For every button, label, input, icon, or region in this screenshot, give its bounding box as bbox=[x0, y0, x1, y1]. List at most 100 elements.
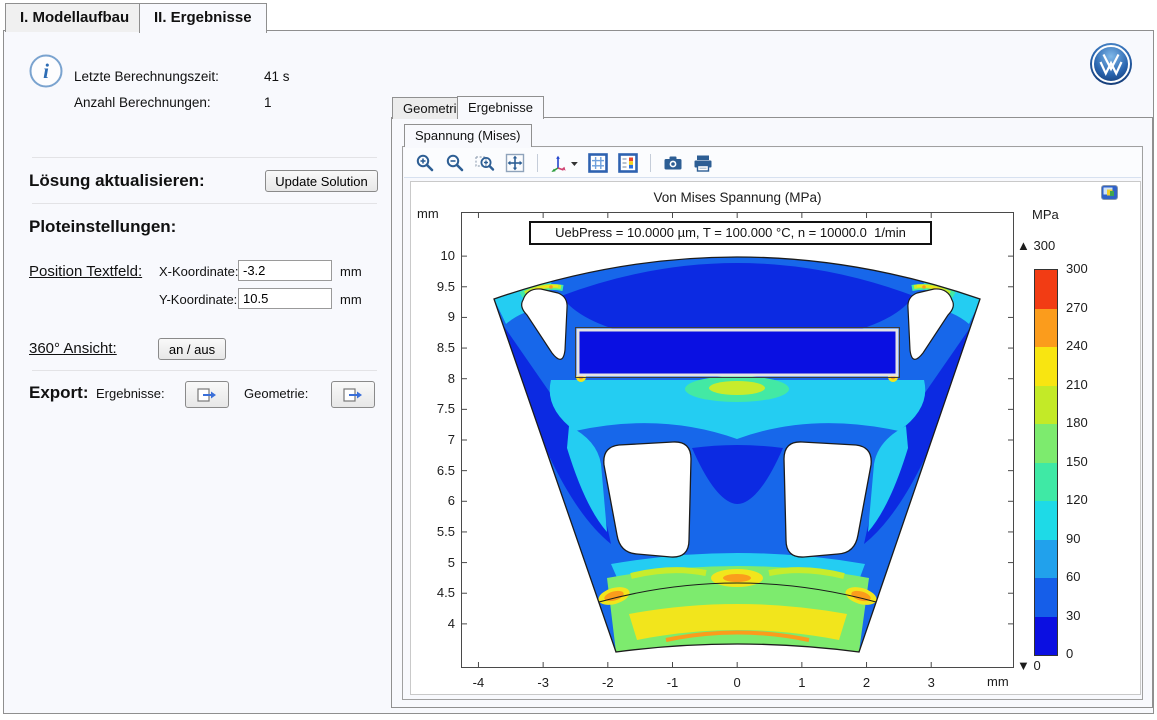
app-window: I. Modellaufbau II. Ergebnisse i Letzte … bbox=[0, 0, 1157, 720]
y-tick-label: 4 bbox=[415, 616, 455, 631]
colorbar-segment bbox=[1035, 270, 1057, 309]
colorbar bbox=[1034, 269, 1058, 656]
y-tick-label: 6.5 bbox=[415, 463, 455, 478]
colorbar-segment bbox=[1035, 309, 1057, 348]
plot-toolbar bbox=[404, 148, 1141, 178]
colorbar-tick-label: 270 bbox=[1066, 300, 1106, 315]
textfield-position-label: Position Textfeld: bbox=[29, 263, 142, 280]
export-icon bbox=[196, 386, 218, 404]
x-tick-label: 2 bbox=[847, 675, 887, 690]
y-tick-label: 5 bbox=[415, 555, 455, 570]
computation-count-label: Anzahl Berechnungen: bbox=[74, 95, 211, 110]
y-tick-label: 7.5 bbox=[415, 401, 455, 416]
export-geometry-label: Geometrie: bbox=[244, 386, 308, 401]
colorbar-tick-label: 210 bbox=[1066, 377, 1106, 392]
colorbar-min-marker: ▼ 0 bbox=[1017, 658, 1041, 673]
colorbar-max-marker: ▲ 300 bbox=[1017, 238, 1055, 253]
colorbar-segment bbox=[1035, 347, 1057, 386]
colorbar-tick-label: 60 bbox=[1066, 569, 1106, 584]
plot-title: Von Mises Spannung (MPa) bbox=[461, 190, 1014, 205]
export-icon bbox=[342, 386, 364, 404]
colorbar-tick-label: 30 bbox=[1066, 608, 1106, 623]
colorbar-segment bbox=[1035, 501, 1057, 540]
y-axis-unit: mm bbox=[417, 206, 439, 221]
y-tick-label: 8 bbox=[415, 371, 455, 386]
y-tick-label: 9.5 bbox=[415, 279, 455, 294]
colorbar-tick-label: 180 bbox=[1066, 415, 1106, 430]
show-grid-icon[interactable] bbox=[587, 152, 609, 174]
svg-text:i: i bbox=[43, 59, 49, 83]
x-tick-label: 3 bbox=[911, 675, 951, 690]
view-360-label: 360° Ansicht: bbox=[29, 340, 117, 357]
colorbar-segment bbox=[1035, 463, 1057, 502]
ergebnisse-panel: Spannung (Mises) bbox=[391, 117, 1153, 708]
x-tick-label: -2 bbox=[588, 675, 628, 690]
x-coordinate-field[interactable] bbox=[238, 260, 332, 281]
colorbar-segment bbox=[1035, 578, 1057, 617]
plot-settings-heading: Ploteinstellungen: bbox=[29, 217, 176, 237]
x-coordinate-label: X-Koordinate: bbox=[159, 264, 239, 279]
last-computation-value: 41 s bbox=[264, 69, 290, 84]
divider bbox=[32, 370, 377, 371]
info-icon: i bbox=[29, 54, 63, 88]
plot-annotation: UebPress = 10.0000 µm, T = 100.000 °C, n… bbox=[529, 221, 932, 245]
view-360-toggle-button[interactable]: an / aus bbox=[158, 338, 226, 360]
colorbar-tick-label: 90 bbox=[1066, 531, 1106, 546]
zoom-in-icon[interactable] bbox=[414, 152, 436, 174]
y-tick-label: 9 bbox=[415, 309, 455, 324]
colorbar-tick-label: 150 bbox=[1066, 454, 1106, 469]
snapshot-icon[interactable] bbox=[662, 152, 684, 174]
spannung-panel: Von Mises Spannung (MPa) mm mm bbox=[402, 146, 1143, 700]
y-tick-label: 4.5 bbox=[415, 585, 455, 600]
zoom-out-icon[interactable] bbox=[444, 152, 466, 174]
export-heading: Export: bbox=[29, 383, 89, 403]
update-solution-heading: Lösung aktualisieren: bbox=[29, 171, 205, 191]
view-orientation-icon[interactable] bbox=[549, 152, 579, 174]
colorbar-segment bbox=[1035, 540, 1057, 579]
plot-canvas[interactable]: Von Mises Spannung (MPa) mm mm bbox=[410, 181, 1141, 695]
x-tick-label: -3 bbox=[523, 675, 563, 690]
colorbar-segment bbox=[1035, 386, 1057, 425]
tab-ergebnisse[interactable]: II. Ergebnisse bbox=[139, 3, 267, 33]
tab-ergebnisse-plot[interactable]: Ergebnisse bbox=[457, 96, 544, 119]
colorbar-tick-label: 300 bbox=[1066, 261, 1106, 276]
y-tick-label: 5.5 bbox=[415, 524, 455, 539]
fem-stress-plot bbox=[461, 212, 1014, 668]
main-panel: i Letzte Berechnungszeit: 41 s Anzahl Be… bbox=[3, 30, 1154, 714]
divider bbox=[32, 157, 377, 158]
x-tick-label: -1 bbox=[652, 675, 692, 690]
toolbar-separator bbox=[650, 154, 651, 172]
colorbar-segment bbox=[1035, 617, 1057, 656]
toolbar-separator bbox=[537, 154, 538, 172]
computation-count-value: 1 bbox=[264, 95, 272, 110]
vw-logo bbox=[1088, 41, 1134, 87]
plot-window-icon[interactable] bbox=[1101, 185, 1118, 200]
zoom-box-icon[interactable] bbox=[474, 152, 496, 174]
export-results-button[interactable] bbox=[185, 381, 229, 408]
x-tick-label: -4 bbox=[458, 675, 498, 690]
y-tick-label: 6 bbox=[415, 493, 455, 508]
y-tick-label: 8.5 bbox=[415, 340, 455, 355]
y-coordinate-field[interactable] bbox=[238, 288, 332, 309]
show-legend-icon[interactable] bbox=[617, 152, 639, 174]
export-geometry-button[interactable] bbox=[331, 381, 375, 408]
divider bbox=[32, 203, 377, 204]
x-unit-label: mm bbox=[340, 264, 362, 279]
y-unit-label: mm bbox=[340, 292, 362, 307]
x-tick-label: 0 bbox=[717, 675, 757, 690]
colorbar-tick-label: 240 bbox=[1066, 338, 1106, 353]
export-results-label: Ergebnisse: bbox=[96, 386, 165, 401]
colorbar-unit: MPa bbox=[1032, 207, 1059, 222]
zoom-extents-icon[interactable] bbox=[504, 152, 526, 174]
x-axis-unit: mm bbox=[987, 674, 1009, 689]
colorbar-segment bbox=[1035, 424, 1057, 463]
colorbar-tick-label: 120 bbox=[1066, 492, 1106, 507]
last-computation-label: Letzte Berechnungszeit: bbox=[74, 69, 219, 84]
update-solution-button[interactable]: Update Solution bbox=[265, 170, 378, 192]
x-tick-label: 1 bbox=[782, 675, 822, 690]
tab-modellaufbau[interactable]: I. Modellaufbau bbox=[5, 3, 144, 32]
print-icon[interactable] bbox=[692, 152, 714, 174]
y-coordinate-label: Y-Koordinate: bbox=[159, 292, 237, 307]
y-tick-label: 7 bbox=[415, 432, 455, 447]
tab-spannung-mises[interactable]: Spannung (Mises) bbox=[404, 124, 532, 147]
